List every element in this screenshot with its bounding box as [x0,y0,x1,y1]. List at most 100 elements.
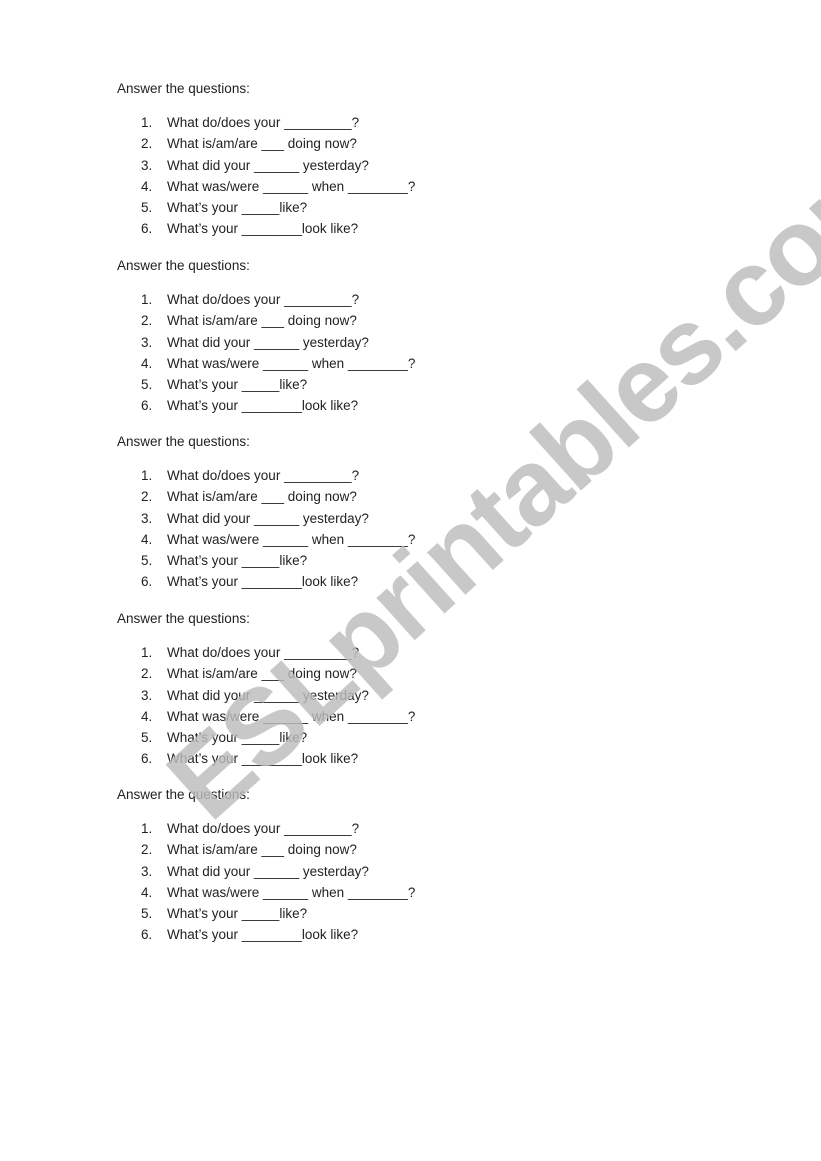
question-text: What is/am/are ___ doing now? [167,136,357,152]
question-list: 1. What do/does your _________? 2. What is… [117,112,415,240]
question-number: 6. [141,221,153,237]
question-item: 6. What’s your ________look like? [117,218,358,239]
question-number: 6. [141,398,153,414]
question-number: 1. [141,468,153,483]
question-text: What is/am/are ___ doing now? [167,489,357,505]
question-text: What’s your _____like? [167,553,308,569]
question-number: 5. [141,730,153,746]
question-text: What did your ______ yesterday? [167,157,369,173]
question-text: What’s your ________look like? [167,574,359,590]
question-text: What do/does your _________? [167,115,360,130]
question-number: 2. [141,666,153,682]
question-text: What’s your _____like? [167,730,308,746]
question-item: 5. What’s your _____like? [117,550,307,571]
question-number: 3. [141,334,153,350]
question-number: 2. [141,842,153,858]
question-number: 5. [141,906,153,922]
question-text: What is/am/are ___ doing now? [167,666,357,682]
question-item: 2. What is/am/are ___ doing now? [117,486,357,507]
question-text: What was/were ______ when ________? [167,355,416,371]
question-section: Answer the questions: 1. What do/does you… [117,431,415,593]
question-item: 3. What did your ______ yesterday? [117,685,369,706]
section-heading: Answer the questions: [117,258,250,273]
question-item: 4. What was/were ______ when ________? [117,353,415,374]
question-number: 4. [141,884,153,900]
question-text: What’s your _____like? [167,377,308,393]
question-item: 3. What did your ______ yesterday? [117,508,369,529]
section-heading: Answer the questions: [117,434,250,449]
question-text: What did your ______ yesterday? [167,510,369,526]
question-item: 1. What do/does your _________? [117,112,359,133]
question-list: 1. What do/does your _________? 2. What is… [117,289,415,417]
question-text: What’s your ________look like? [167,398,359,414]
question-number: 2. [141,489,153,505]
question-text: What was/were ______ when ________? [167,708,416,724]
question-text: What’s your ________look like? [167,927,359,943]
question-text: What’s your ________look like? [167,751,359,767]
section-heading: Answer the questions: [117,787,250,802]
question-number: 4. [141,531,153,547]
question-text: What is/am/are ___ doing now? [167,842,357,858]
question-item: 3. What did your ______ yesterday? [117,155,369,176]
question-item: 2. What is/am/are ___ doing now? [117,133,357,154]
question-number: 4. [141,178,153,194]
question-number: 6. [141,751,153,767]
question-item: 2. What is/am/are ___ doing now? [117,839,357,860]
question-item: 1. What do/does your _________? [117,818,359,839]
question-section: Answer the questions: 1. What do/does you… [117,784,415,946]
question-number: 6. [141,574,153,590]
question-text: What is/am/are ___ doing now? [167,313,357,329]
question-list: 1. What do/does your _________? 2. What is… [117,818,415,946]
question-text: What’s your _____like? [167,906,308,922]
question-number: 4. [141,708,153,724]
question-list: 1. What do/does your _________? 2. What is… [117,465,415,593]
question-number: 3. [141,510,153,526]
question-number: 1. [141,292,153,307]
question-text: What did your ______ yesterday? [167,334,369,350]
question-number: 5. [141,200,153,216]
question-number: 1. [141,821,153,836]
question-item: 6. What’s your ________look like? [117,395,358,416]
question-text: What’s your ________look like? [167,221,359,237]
question-item: 6. What’s your ________look like? [117,571,358,592]
question-number: 2. [141,313,153,329]
question-item: 3. What did your ______ yesterday? [117,861,369,882]
question-section: Answer the questions: 1. What do/does you… [117,255,415,417]
question-item: 4. What was/were ______ when ________? [117,176,415,197]
question-item: 2. What is/am/are ___ doing now? [117,663,357,684]
question-item: 5. What’s your _____like? [117,727,307,748]
question-item: 1. What do/does your _________? [117,642,359,663]
question-item: 6. What’s your ________look like? [117,748,358,769]
question-number: 2. [141,136,153,152]
question-number: 4. [141,355,153,371]
question-item: 5. What’s your _____like? [117,903,307,924]
question-item: 1. What do/does your _________? [117,465,359,486]
section-heading: Answer the questions: [117,81,250,96]
question-number: 3. [141,157,153,173]
question-item: 1. What do/does your _________? [117,289,359,310]
question-number: 3. [141,863,153,879]
question-number: 3. [141,687,153,703]
question-item: 3. What did your ______ yesterday? [117,332,369,353]
question-section: Answer the questions: 1. What do/does you… [117,78,415,240]
question-number: 1. [141,645,153,660]
question-list: 1. What do/does your _________? 2. What is… [117,642,415,770]
question-text: What do/does your _________? [167,292,360,307]
question-item: 6. What’s your ________look like? [117,924,358,945]
question-text: What’s your _____like? [167,200,308,216]
section-heading: Answer the questions: [117,611,250,626]
question-text: What do/does your _________? [167,468,360,483]
question-text: What did your ______ yesterday? [167,687,369,703]
question-text: What do/does your _________? [167,645,360,660]
question-text: What was/were ______ when ________? [167,884,416,900]
question-item: 2. What is/am/are ___ doing now? [117,310,357,331]
question-item: 5. What’s your _____like? [117,197,307,218]
question-item: 4. What was/were ______ when ________? [117,529,415,550]
question-text: What was/were ______ when ________? [167,531,416,547]
question-item: 5. What’s your _____like? [117,374,307,395]
question-text: What did your ______ yesterday? [167,863,369,879]
question-item: 4. What was/were ______ when ________? [117,706,415,727]
question-text: What do/does your _________? [167,821,360,836]
question-section: Answer the questions: 1. What do/does you… [117,608,415,770]
worksheet-page: Answer the questions: 1. What do/does you… [0,0,821,1161]
